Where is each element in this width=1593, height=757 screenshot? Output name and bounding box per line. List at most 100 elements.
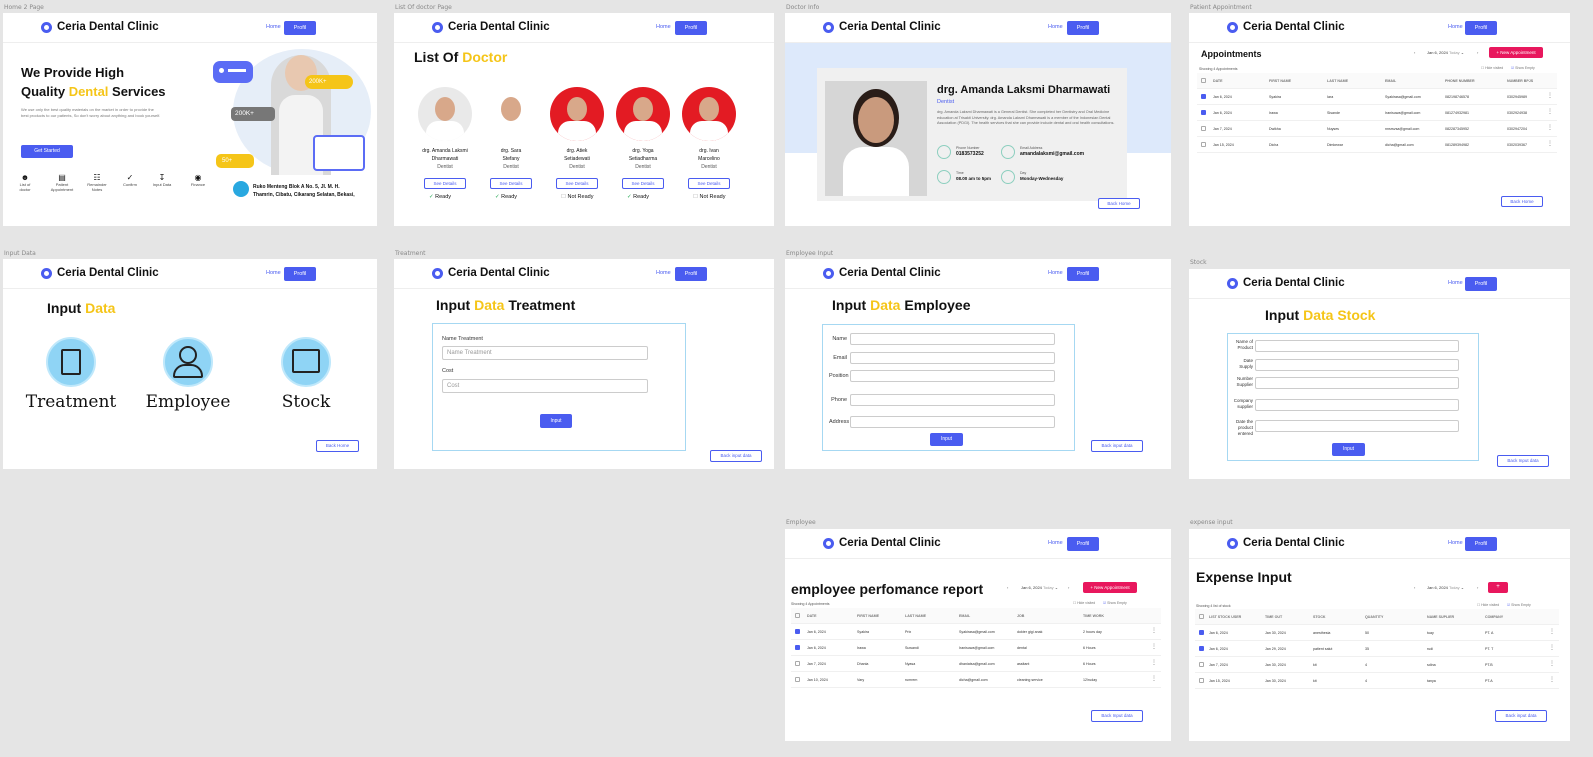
field-input[interactable] xyxy=(1255,359,1459,371)
nav-profil-button[interactable]: Profil xyxy=(675,267,707,281)
row-checkbox[interactable] xyxy=(1199,646,1204,651)
column-header[interactable]: NAME SUPLIER xyxy=(1427,615,1454,619)
nav-home-link[interactable]: Home xyxy=(1048,270,1063,276)
more-options-icon[interactable]: ⋮ xyxy=(1549,676,1555,683)
hide-visited-toggle[interactable]: ☐ Hide visited xyxy=(1477,603,1499,607)
field-input[interactable] xyxy=(1255,399,1459,411)
more-options-icon[interactable]: ⋮ xyxy=(1549,628,1555,635)
nav-home-link[interactable]: Home xyxy=(1048,24,1063,30)
nav-profil-button[interactable]: Profil xyxy=(1465,21,1497,35)
nav-profil-button[interactable]: Profil xyxy=(1067,267,1099,281)
nav-home-link[interactable]: Home xyxy=(266,270,281,276)
nav-profil-button[interactable]: Profil xyxy=(1465,277,1497,291)
column-header[interactable]: JOB xyxy=(1017,614,1024,618)
row-checkbox[interactable] xyxy=(795,645,800,650)
more-options-icon[interactable]: ⋮ xyxy=(1151,659,1157,666)
cost-input[interactable]: Cost xyxy=(442,379,648,393)
input-button[interactable]: Input xyxy=(1332,443,1365,456)
new-appointment-button[interactable]: + New Appointment xyxy=(1489,47,1543,58)
back-input-data-button[interactable]: Back Input data xyxy=(1091,710,1143,722)
table-row[interactable]: Jan 6, 2024 Jan 30, 2024 anesthesia 50 tuay P… xyxy=(1195,625,1559,641)
field-input[interactable] xyxy=(850,352,1055,364)
column-header[interactable]: DATE xyxy=(807,614,817,618)
column-header[interactable]: TIME WORK xyxy=(1083,614,1104,618)
select-all-checkbox[interactable] xyxy=(1201,78,1206,83)
see-details-button[interactable]: See Details xyxy=(622,178,664,189)
back-input-data-button[interactable]: Back input data xyxy=(1495,710,1547,722)
row-checkbox[interactable] xyxy=(1201,94,1206,99)
prev-arrow-icon[interactable]: ‹ xyxy=(1414,50,1415,55)
nav-home-link[interactable]: Home xyxy=(656,270,671,276)
column-header[interactable]: EMAIL xyxy=(1385,79,1396,83)
back-input-data-button[interactable]: Back input data xyxy=(1091,440,1143,452)
patient-appointment-item[interactable]: ▤ Patient Appointment xyxy=(48,173,76,192)
back-home-button[interactable]: Back Home xyxy=(316,440,359,452)
more-options-icon[interactable]: ⋮ xyxy=(1549,644,1555,651)
table-row[interactable]: Jan 6, 2024 Irawa Sisande Iranisuwa@gmail.c… xyxy=(1197,105,1557,121)
table-row[interactable]: Jan 6, 2024 Syakira Iara Syakirasa@gmail.co… xyxy=(1197,89,1557,105)
nav-profil-button[interactable]: Profil xyxy=(675,21,707,35)
see-details-button[interactable]: See Details xyxy=(424,178,466,189)
field-input[interactable] xyxy=(850,370,1055,382)
field-input[interactable] xyxy=(1255,340,1459,352)
input-button[interactable]: Input xyxy=(930,433,963,446)
nav-home-link[interactable]: Home xyxy=(1448,540,1463,546)
field-input[interactable] xyxy=(850,333,1055,345)
confirm-item[interactable]: ✓ Confirm xyxy=(119,173,141,187)
employee-label[interactable]: Employee xyxy=(140,392,236,412)
table-row[interactable]: Jan 7, 2024 Dwikha Nuyses nnsrsvsa@gmail.co… xyxy=(1197,121,1557,137)
next-arrow-icon[interactable]: › xyxy=(1068,585,1069,590)
table-row[interactable]: Jan 6, 2024 Jan 29, 2024 patient salut 35 ru… xyxy=(1195,641,1559,657)
more-options-icon[interactable]: ⋮ xyxy=(1151,643,1157,650)
nav-profil-button[interactable]: Profil xyxy=(284,21,316,35)
more-options-icon[interactable]: ⋮ xyxy=(1547,124,1553,131)
back-home-button[interactable]: Back Home xyxy=(1098,198,1140,209)
nav-profil-button[interactable]: Profil xyxy=(284,267,316,281)
column-header[interactable]: STOCK xyxy=(1313,615,1326,619)
row-checkbox[interactable] xyxy=(1199,662,1204,667)
date-picker[interactable]: Jan 6, 2024 Today ⌄ xyxy=(1427,585,1464,590)
column-header[interactable]: DATE xyxy=(1213,79,1223,83)
more-options-icon[interactable]: ⋮ xyxy=(1549,660,1555,667)
column-header[interactable]: EMAIL xyxy=(959,614,970,618)
row-checkbox[interactable] xyxy=(1201,126,1206,131)
field-input[interactable] xyxy=(850,394,1055,406)
show-empty-toggle[interactable]: ☑ Show Empty xyxy=(1103,601,1127,605)
nav-profil-button[interactable]: Profil xyxy=(1465,537,1497,551)
row-checkbox[interactable] xyxy=(1199,678,1204,683)
nav-home-link[interactable]: Home xyxy=(266,24,281,30)
prev-arrow-icon[interactable]: ‹ xyxy=(1007,585,1008,590)
nav-profil-button[interactable]: Profil xyxy=(1067,537,1099,551)
table-row[interactable]: Jan 15, 2024 Jan 30, 2024 kit 4 tanya PT.A ⋮ xyxy=(1195,673,1559,689)
back-home-button[interactable]: Back Home xyxy=(1501,196,1543,207)
table-row[interactable]: Jan 6, 2024 Syakira Prix Syakirasa@gmail.co… xyxy=(791,624,1161,640)
back-input-data-button[interactable]: Back input data xyxy=(710,450,762,462)
nav-home-link[interactable]: Home xyxy=(1448,24,1463,30)
more-options-icon[interactable]: ⋮ xyxy=(1547,92,1553,99)
next-arrow-icon[interactable]: › xyxy=(1477,585,1478,590)
input-button[interactable]: Input xyxy=(540,414,572,428)
row-checkbox[interactable] xyxy=(1201,110,1206,115)
name-treatment-input[interactable]: Name Treatment xyxy=(442,346,648,360)
input-data-item[interactable]: ↧ Input Data xyxy=(152,173,172,187)
row-checkbox[interactable] xyxy=(795,629,800,634)
field-input[interactable] xyxy=(850,416,1055,428)
column-header[interactable]: LAST NAME xyxy=(905,614,926,618)
next-arrow-icon[interactable]: › xyxy=(1477,50,1478,55)
back-input-data-button[interactable]: Back Input data xyxy=(1497,455,1549,467)
table-row[interactable]: Jan 7, 2024 Dhania Nyasa dhaniatsa@gmail.co… xyxy=(791,656,1161,672)
select-all-checkbox[interactable] xyxy=(1199,614,1204,619)
table-row[interactable]: Jan 10, 2024 Vary rumrem dicha@gmail.com cle… xyxy=(791,672,1161,688)
field-input[interactable] xyxy=(1255,420,1459,432)
date-picker[interactable]: Jan 6, 2024 Today ⌄ xyxy=(1021,585,1058,590)
hide-visited-toggle[interactable]: ☐ Hide visited xyxy=(1073,601,1095,605)
see-details-button[interactable]: See Details xyxy=(490,178,532,189)
table-row[interactable]: Jan 15, 2024 Dicha Dimkewar dicha@gmail.com… xyxy=(1197,137,1557,153)
more-options-icon[interactable]: ⋮ xyxy=(1547,108,1553,115)
stock-label[interactable]: Stock xyxy=(258,392,354,412)
more-options-icon[interactable]: ⋮ xyxy=(1547,140,1553,147)
more-options-icon[interactable]: ⋮ xyxy=(1151,627,1157,634)
column-header[interactable]: COMPANY xyxy=(1485,615,1503,619)
show-empty-toggle[interactable]: ☑ Show Empty xyxy=(1507,603,1531,607)
column-header[interactable]: FIRST NAME xyxy=(1269,79,1291,83)
